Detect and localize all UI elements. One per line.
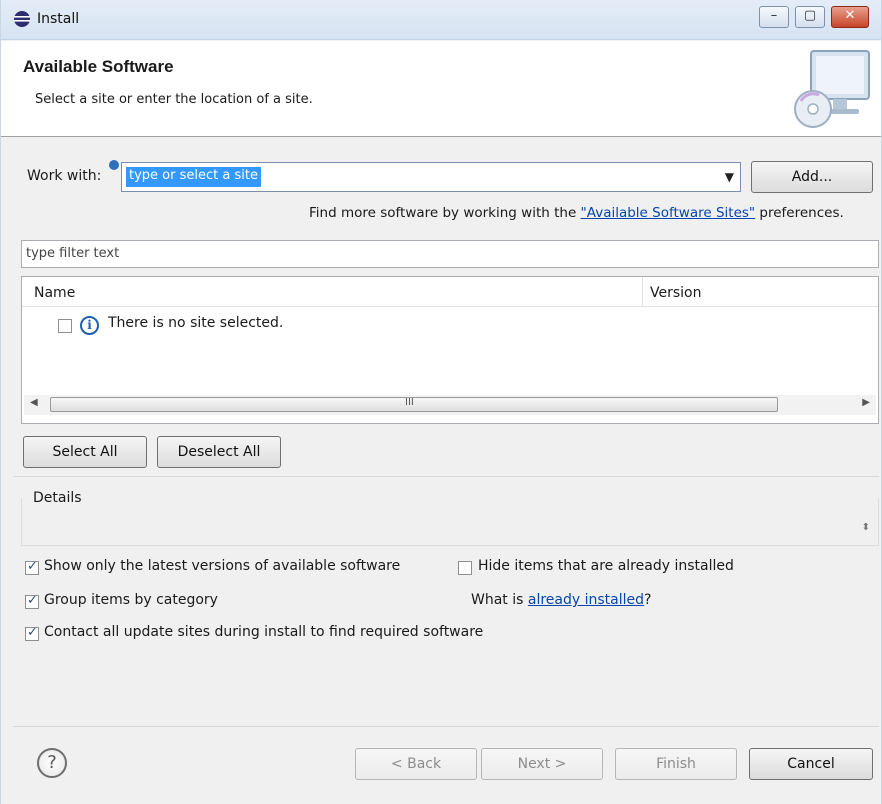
page-subtitle: Select a site or enter the location of a…: [35, 92, 313, 107]
title-bar: Install – ▢ ✕: [1, 0, 881, 40]
install-dialog: Install – ▢ ✕ Available Software Select …: [0, 0, 882, 804]
dropdown-arrow-icon[interactable]: ▼: [725, 170, 734, 184]
close-button[interactable]: ✕: [831, 6, 869, 28]
eclipse-icon: [14, 11, 30, 27]
add-button[interactable]: Add...: [751, 161, 873, 193]
hint-suffix: preferences.: [755, 205, 844, 221]
group-by-category-checkbox[interactable]: [25, 593, 39, 609]
page-title: Available Software: [23, 57, 174, 76]
work-with-label: Work with:: [27, 168, 102, 184]
what-is-installed: What is already installed?: [471, 592, 651, 608]
help-icon[interactable]: ?: [37, 748, 67, 778]
work-with-value[interactable]: type or select a site: [126, 167, 261, 187]
contact-sites-checkbox[interactable]: [25, 625, 39, 641]
back-button[interactable]: < Back: [355, 748, 477, 780]
row-label: There is no site selected.: [108, 315, 284, 331]
horizontal-scrollbar[interactable]: ◀ III ▶: [24, 395, 876, 415]
deselect-all-button[interactable]: Deselect All: [157, 436, 281, 468]
scroll-right-icon[interactable]: ▶: [862, 397, 870, 408]
footer-separator: [13, 726, 879, 727]
what-is-prefix: What is: [471, 592, 528, 608]
maximize-icon: ▢: [803, 8, 817, 23]
info-icon: [109, 160, 119, 170]
maximize-button[interactable]: ▢: [795, 6, 825, 28]
select-all-button[interactable]: Select All: [23, 436, 147, 468]
details-box: ⬍: [21, 498, 879, 546]
hide-installed-checkbox[interactable]: [458, 561, 472, 575]
minimize-icon: –: [770, 8, 778, 23]
group-by-category-label: Group items by category: [44, 592, 218, 608]
column-header-version[interactable]: Version: [650, 285, 701, 301]
column-header-name[interactable]: Name: [34, 285, 75, 301]
contact-sites-label: Contact all update sites during install …: [44, 624, 484, 640]
cancel-button[interactable]: Cancel: [749, 748, 873, 780]
scroll-grip: III: [405, 397, 414, 408]
column-divider[interactable]: [642, 277, 643, 307]
minimize-button[interactable]: –: [759, 6, 789, 28]
details-scroll-icon[interactable]: ⬍: [862, 522, 870, 533]
header-banner: Available Software Select a site or ente…: [1, 41, 881, 137]
work-with-combo[interactable]: type or select a site ▼: [121, 162, 741, 192]
hint-prefix: Find more software by working with the: [309, 205, 581, 221]
next-button[interactable]: Next >: [481, 748, 603, 780]
available-sites-hint: Find more software by working with the "…: [309, 205, 844, 221]
what-is-suffix: ?: [644, 592, 652, 608]
details-label: Details: [33, 490, 82, 506]
row-checkbox[interactable]: [58, 319, 72, 333]
hide-installed-label: Hide items that are already installed: [478, 558, 734, 574]
filter-input[interactable]: type filter text: [21, 240, 879, 268]
latest-versions-checkbox[interactable]: [25, 559, 39, 575]
filter-placeholder: type filter text: [26, 246, 120, 261]
tree-header: Name Version: [22, 277, 878, 307]
finish-button[interactable]: Finish: [615, 748, 737, 780]
close-icon: ✕: [844, 8, 856, 23]
window-title: Install: [37, 11, 80, 27]
scroll-left-icon[interactable]: ◀: [30, 397, 38, 408]
scroll-thumb[interactable]: III: [50, 397, 778, 412]
available-software-sites-link[interactable]: "Available Software Sites": [581, 205, 756, 221]
already-installed-link[interactable]: already installed: [528, 592, 644, 608]
information-icon: i: [80, 316, 99, 335]
separator: [13, 476, 879, 477]
latest-versions-label: Show only the latest versions of availab…: [44, 558, 401, 574]
install-graphic-icon: [794, 50, 870, 128]
software-tree: Name Version i There is no site selected…: [21, 276, 879, 424]
